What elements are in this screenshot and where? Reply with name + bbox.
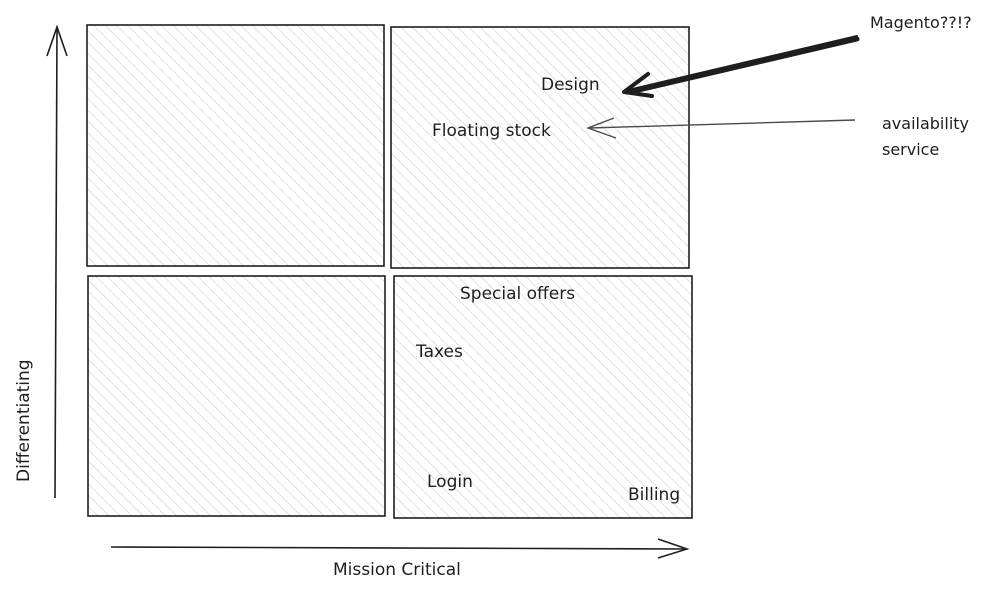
annotation-availability-line1: availability bbox=[882, 114, 969, 133]
item-taxes: Taxes bbox=[415, 342, 463, 362]
item-special-offers: Special offers bbox=[460, 284, 575, 304]
item-design: Design bbox=[541, 75, 600, 95]
quadrant-top-left bbox=[86, 24, 385, 267]
quadrant-bottom-left bbox=[87, 275, 386, 517]
item-floating-stock: Floating stock bbox=[432, 121, 551, 141]
y-axis-arrow bbox=[46, 24, 68, 499]
annotation-availability-line2: service bbox=[882, 140, 939, 159]
diagram-canvas: Differentiating Mission Critical Design … bbox=[14, 13, 972, 580]
x-axis-arrow bbox=[110, 538, 690, 559]
quadrant-top-right bbox=[390, 26, 690, 269]
item-login: Login bbox=[427, 472, 473, 492]
x-axis-label: Mission Critical bbox=[333, 560, 461, 580]
annotation-magento: Magento??!? bbox=[870, 13, 972, 32]
item-billing: Billing bbox=[628, 485, 680, 505]
y-axis-label: Differentiating bbox=[14, 359, 34, 482]
